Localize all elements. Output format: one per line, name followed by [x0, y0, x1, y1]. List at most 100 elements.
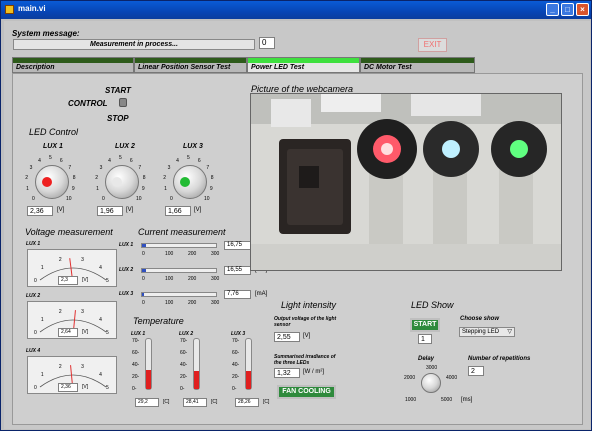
knob-scale-tick: 8	[210, 175, 214, 182]
voltage-unit: [V]	[82, 277, 89, 283]
thermometer	[245, 338, 252, 390]
knob-scale-tick: 4	[176, 157, 179, 164]
thermometer	[145, 338, 152, 390]
lux1-knob-label: LUX 1	[43, 143, 63, 150]
temperature-scale-tick: 20-	[232, 374, 240, 380]
temperature-scale-tick: 0-	[180, 386, 185, 392]
intensity-title: Light intensity	[281, 300, 337, 310]
delay-tick-5000: 5000	[441, 397, 453, 403]
voltage-gauge: 0 1 2 3 4 5 2,36 [V]	[27, 356, 117, 394]
lux2-led-indicator	[112, 177, 122, 187]
minimize-button[interactable]: _	[546, 3, 559, 16]
lux3-voltage-input[interactable]: 1,66	[165, 206, 191, 216]
lux1-knob[interactable]	[35, 165, 69, 199]
tab-dc-motor[interactable]: DC Motor Test	[360, 57, 475, 73]
voltage-scale-tick: 2	[58, 257, 62, 264]
voltage-scale-tick: 1	[40, 265, 44, 272]
current-bar	[141, 292, 217, 297]
ledshow-start-count: 1	[418, 334, 432, 344]
knob-scale-tick: 7	[138, 164, 142, 171]
lux2-voltage-input[interactable]: 1,96	[97, 206, 123, 216]
knob-scale-tick: 2	[163, 175, 167, 182]
voltage-value-display: 2,3	[58, 276, 78, 285]
webcam-image	[250, 93, 562, 271]
knob-scale-tick: 1	[96, 186, 99, 193]
current-bar-fill	[142, 244, 147, 247]
voltage-scale-tick: 4	[99, 317, 102, 324]
temperature-label: LUX 3	[231, 331, 246, 337]
voltage-scale-tick: 2	[58, 309, 62, 316]
current-bar-fill	[142, 269, 147, 272]
tab-linear-position[interactable]: Linear Position Sensor Test	[134, 57, 247, 73]
close-button[interactable]: ×	[576, 3, 589, 16]
knob-scale-tick: 7	[68, 164, 72, 171]
system-message-box: Measurement in process...	[13, 39, 255, 50]
voltage-scale-tick: 4	[99, 372, 102, 379]
sensor-voltage-display: 2,55	[274, 332, 300, 342]
current-scale-tick: 0	[142, 276, 145, 282]
vi-front-panel: System message: Measurement in process..…	[4, 21, 590, 429]
current-scale-tick: 300	[211, 300, 220, 306]
app-icon	[5, 5, 14, 14]
choose-show-label: Choose show	[460, 316, 500, 322]
voltage-scale-tick: 5	[106, 330, 109, 336]
ledshow-start-button[interactable]: START	[410, 318, 440, 332]
voltage-scale-tick: 4	[99, 265, 102, 272]
knob-scale-tick: 3	[167, 164, 171, 171]
lux3-led-indicator	[180, 177, 190, 187]
temperature-value-display: 29,2	[135, 398, 159, 407]
temperature-scale-tick: 70-	[180, 338, 188, 344]
current-label: LUX 2	[119, 267, 134, 273]
current-scale-tick: 300	[211, 251, 220, 257]
voltage-value-display: 2,64	[58, 328, 78, 337]
chevron-down-icon: ▽	[507, 329, 512, 335]
delay-label: Delay	[418, 356, 435, 362]
delay-tick-4000: 4000	[446, 375, 458, 381]
temperature-unit: [C]	[263, 399, 270, 405]
lux1-voltage-input[interactable]: 2,36	[27, 206, 53, 216]
lux3-knob[interactable]	[173, 165, 207, 199]
voltage-gauge: 0 1 2 3 4 5 2,64 [V]	[27, 301, 117, 339]
knob-scale-tick: 6	[129, 157, 133, 164]
knob-scale-tick: 6	[59, 157, 63, 164]
current-label: LUX 3	[119, 291, 134, 297]
current-scale-tick: 200	[188, 251, 197, 257]
repetitions-input[interactable]: 2	[468, 366, 484, 376]
sensor-voltage-label: Output voltage of the light sensor	[274, 316, 337, 328]
current-bar	[141, 268, 217, 273]
current-value-display: 7,76	[224, 290, 251, 299]
led-control-title: LED Control	[29, 127, 79, 137]
tab-power-led[interactable]: Power LED Test	[247, 57, 360, 73]
knob-scale-tick: 0	[102, 195, 105, 202]
lux3-knob-label: LUX 3	[183, 143, 203, 150]
lux2-knob[interactable]	[105, 165, 139, 199]
irradiance-unit: [W / m²]	[303, 369, 324, 375]
voltage-gauge: 0 1 2 3 4 5 2,3 [V]	[27, 249, 117, 287]
lux3-voltage-unit: [V]	[194, 207, 202, 213]
knob-scale-tick: 10	[65, 195, 72, 202]
control-toggle-switch[interactable]	[119, 98, 127, 107]
temperature-scale-tick: 20-	[180, 374, 188, 380]
fan-cooling-button[interactable]: FAN COOLING	[277, 385, 336, 399]
knob-scale-tick: 5	[187, 155, 190, 161]
temperature-title: Temperature	[133, 316, 184, 326]
maximize-button[interactable]: □	[561, 3, 574, 16]
exit-button[interactable]: EXIT	[418, 38, 447, 52]
tab-description[interactable]: Description	[12, 57, 134, 73]
temperature-label: LUX 2	[179, 331, 194, 337]
start-label: START	[105, 86, 131, 95]
voltage-unit: [V]	[82, 384, 89, 390]
knob-scale-tick: 4	[38, 157, 41, 164]
voltage-scale-tick: 5	[106, 385, 109, 391]
control-label: CONTROL	[68, 99, 108, 108]
delay-knob[interactable]	[421, 373, 441, 393]
lux1-led-indicator	[42, 177, 52, 187]
current-value-display: 16,75	[224, 241, 251, 250]
temperature-scale-tick: 70-	[132, 338, 140, 344]
voltage-gauge-label: LUX 4	[26, 348, 41, 354]
temperature-unit: [C]	[163, 399, 170, 405]
delay-tick-2000: 2000	[404, 375, 416, 381]
choose-show-select[interactable]: Stepping LED ▽	[459, 327, 515, 337]
knob-scale-tick: 10	[135, 195, 142, 202]
knob-scale-tick: 4	[108, 157, 111, 164]
